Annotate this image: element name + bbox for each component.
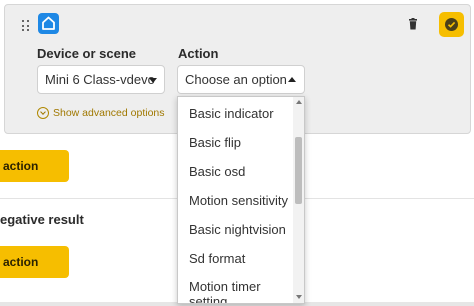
- device-select-value: Mini 6 Class-vdevo: [45, 72, 155, 87]
- advanced-options-toggle[interactable]: Show advanced options: [37, 107, 165, 119]
- automation-editor: Device or scene Action Mini 6 Class-vdev…: [0, 0, 474, 306]
- action-dropdown-list: Basic indicator Basic flip Basic osd Mot…: [177, 96, 305, 304]
- add-action-button[interactable]: action: [0, 150, 69, 182]
- scroll-thumb[interactable]: [295, 137, 302, 204]
- option-motion-timer-setting[interactable]: setting: [178, 294, 294, 303]
- option-motion-timer[interactable]: Motion timer: [178, 279, 294, 294]
- advanced-options-label: Show advanced options: [53, 107, 165, 119]
- check-circle-icon: [445, 18, 458, 31]
- drag-handle-icon[interactable]: [22, 20, 30, 32]
- option-motion-sensitivity[interactable]: Motion sensitivity: [178, 193, 294, 208]
- option-basic-indicator[interactable]: Basic indicator: [178, 106, 294, 121]
- negative-result-heading: egative result: [0, 212, 84, 227]
- caret-down-icon: [149, 78, 157, 83]
- scroll-up-icon[interactable]: [296, 100, 302, 104]
- option-basic-flip[interactable]: Basic flip: [178, 135, 294, 150]
- add-negative-action-button[interactable]: action: [0, 246, 69, 278]
- option-basic-nightvision[interactable]: Basic nightvision: [178, 222, 294, 237]
- trash-icon[interactable]: [405, 16, 421, 32]
- chevron-down-circle-icon: [37, 107, 49, 119]
- dropdown-scrollbar[interactable]: [293, 97, 304, 303]
- option-sd-format[interactable]: Sd format: [178, 251, 294, 266]
- action-select[interactable]: Choose an option: [177, 65, 305, 94]
- caret-up-icon: [288, 77, 296, 82]
- scroll-down-icon[interactable]: [296, 295, 302, 299]
- action-label: Action: [178, 46, 219, 61]
- device-select[interactable]: Mini 6 Class-vdevo: [37, 65, 165, 94]
- confirm-button[interactable]: [439, 12, 464, 37]
- action-select-placeholder: Choose an option: [185, 72, 287, 87]
- option-basic-osd[interactable]: Basic osd: [178, 164, 294, 179]
- device-label: Device or scene: [37, 46, 137, 61]
- home-icon: [38, 13, 59, 34]
